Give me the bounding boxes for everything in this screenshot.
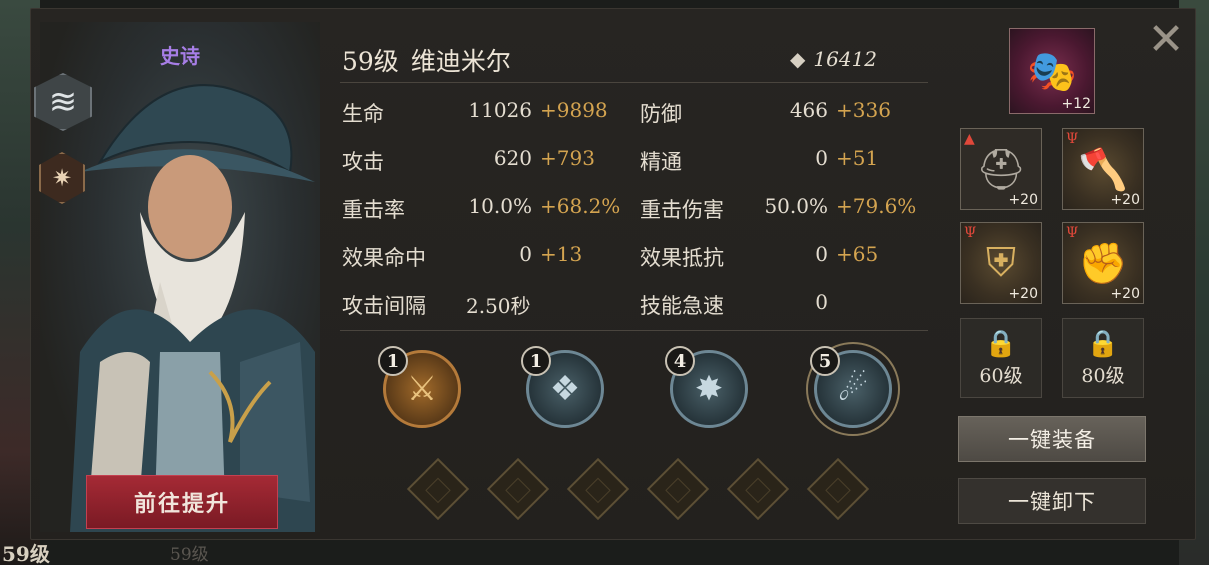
stat-base: 50.0% [764, 194, 828, 218]
corner-rank-icon: ▲ [964, 131, 975, 147]
stat-label: 防御 [640, 102, 682, 126]
corner-rank-icon: Ψ [1066, 225, 1079, 241]
lock-icon: 🔒 [984, 328, 1018, 359]
hero-level: 59级 [342, 47, 399, 76]
stat-base: 11026 [468, 98, 532, 122]
stat-label: 效果抵抗 [640, 246, 724, 270]
armor-icon: ⛨ [986, 240, 1016, 286]
equip-mask-icon[interactable]: 🎭 +12 [1009, 28, 1095, 114]
skill-level-badge: 5 [810, 346, 840, 376]
unlock-level: 80级 [1081, 364, 1125, 387]
hero-title: 59级 维迪米尔 [342, 42, 511, 78]
stat-label: 精通 [640, 150, 682, 174]
stat-label: 技能急速 [640, 294, 724, 318]
stats-divider [340, 330, 928, 331]
header-divider [340, 82, 928, 83]
stat-label: 重击伤害 [640, 198, 724, 222]
corner-rank-icon: Ψ [964, 225, 977, 241]
mask-enhance-level: +12 [1061, 96, 1091, 112]
stat-bonus: +79.6% [836, 194, 917, 218]
stat-base: 620 [493, 146, 532, 170]
stat-base: 10.0% [468, 194, 532, 218]
equip-all-button[interactable]: 一键装备 [958, 416, 1146, 462]
stat-base: 0 [519, 242, 532, 266]
power-value: 16412 [813, 47, 878, 71]
go-upgrade-button[interactable]: 前往提升 [86, 475, 278, 529]
equip-helmet-icon[interactable]: ▲ ⛑ +20 [960, 128, 1042, 210]
stat-label: 攻击 [342, 150, 384, 174]
equip-armor-icon[interactable]: Ψ ⛨ +20 [960, 222, 1042, 304]
background-level-label: 59级 [2, 542, 50, 565]
stat-bonus: +51 [836, 146, 879, 170]
stat-label: 生命 [342, 102, 384, 126]
mask-icon: 🎭 [1027, 48, 1077, 95]
equip-weapon-icon[interactable]: Ψ 🪓 +20 [1062, 128, 1144, 210]
unequip-all-button[interactable]: 一键卸下 [958, 478, 1146, 524]
stat-base: 0 [815, 290, 828, 314]
locked-slot-60[interactable]: 🔒 60级 [960, 318, 1042, 398]
equip-gloves-icon[interactable]: Ψ ✊ +20 [1062, 222, 1144, 304]
gauntlet-icon: ✊ [1078, 240, 1128, 287]
power-gem-icon: ◆ [790, 47, 806, 71]
stat-label: 重击率 [342, 198, 405, 222]
stat-bonus: +13 [540, 242, 583, 266]
stat-base: 0 [815, 146, 828, 170]
weapon-enhance-level: +20 [1110, 192, 1140, 208]
stat-bonus: +793 [540, 146, 595, 170]
lock-icon: 🔒 [1086, 328, 1120, 359]
rarity-label: 史诗 [160, 44, 200, 68]
stat-label: 效果命中 [342, 246, 426, 270]
locked-slot-80[interactable]: 🔒 80级 [1062, 318, 1144, 398]
stat-base: 0 [815, 242, 828, 266]
helmet-enhance-level: +20 [1008, 192, 1038, 208]
skill-level-badge: 1 [378, 346, 408, 376]
helmet-icon: ⛑ [975, 146, 1027, 193]
stat-base: 2.50秒 [466, 294, 531, 318]
armor-enhance-level: +20 [1008, 286, 1038, 302]
stat-bonus: +68.2% [540, 194, 621, 218]
stat-bonus: +65 [836, 242, 879, 266]
unlock-level: 60级 [979, 364, 1023, 387]
stat-bonus: +9898 [540, 98, 608, 122]
skill-level-badge: 1 [521, 346, 551, 376]
hero-name: 维迪米尔 [410, 47, 511, 76]
background-faded-level-label: 59级 [170, 545, 209, 565]
corner-rank-icon: Ψ [1066, 131, 1079, 147]
close-icon[interactable]: ✕ [1141, 14, 1191, 65]
skill-level-badge: 4 [665, 346, 695, 376]
stat-bonus: +336 [836, 98, 891, 122]
stat-label: 攻击间隔 [342, 294, 426, 318]
gloves-enhance-level: +20 [1110, 286, 1140, 302]
stat-base: 466 [789, 98, 828, 122]
axe-icon: 🪓 [1078, 146, 1128, 193]
combat-power: ◆ 16412 [790, 44, 900, 74]
